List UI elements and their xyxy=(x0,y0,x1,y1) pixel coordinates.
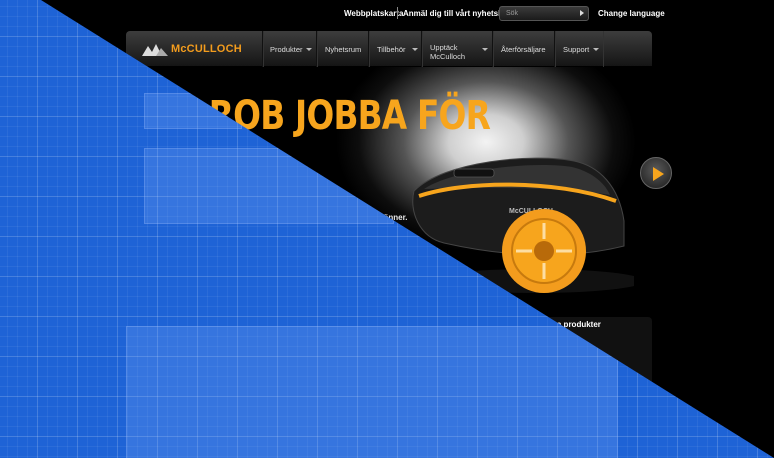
logo-icon xyxy=(142,44,168,56)
caret-down-icon xyxy=(412,48,418,51)
caret-down-icon xyxy=(482,48,488,51)
sitemap-link[interactable]: Webbplatskarta xyxy=(344,9,403,18)
mcculloch-logo[interactable]: McCULLOCH xyxy=(142,42,246,58)
top-utility-bar: Webbplatskarta Anmäl dig till vårt nyhet… xyxy=(0,6,774,24)
search-placeholder: Sök xyxy=(506,10,519,17)
nav-item-nyhetsrum[interactable]: Nyhetsrum xyxy=(316,31,368,67)
search-input[interactable]: Sök xyxy=(499,6,589,21)
play-button[interactable] xyxy=(640,157,672,189)
divider xyxy=(397,7,398,19)
placeholder-block xyxy=(126,326,618,458)
nav-item-tillbehor[interactable]: Tillbehör xyxy=(368,31,421,67)
nav-item-produkter[interactable]: Produkter xyxy=(262,31,316,67)
nav-label-line1: Upptäck xyxy=(430,43,458,52)
nav-item-aterforsaljare[interactable]: Återförsäljare xyxy=(492,31,554,67)
change-language-link[interactable]: Change language xyxy=(598,9,665,18)
caret-down-icon xyxy=(593,48,599,51)
nav-label: Support xyxy=(563,45,590,54)
logo-text: McCULLOCH xyxy=(171,43,242,55)
nav-item-upptack-mcculloch[interactable]: Upptäck McCulloch xyxy=(421,31,492,67)
nav-label: Nyhetsrum xyxy=(325,45,362,54)
play-icon xyxy=(653,167,664,181)
nav-label: Tillbehör xyxy=(377,45,406,54)
search-arrow-icon[interactable] xyxy=(580,10,584,16)
main-navigation: McCULLOCH Produkter Nyhetsrum Tillbehör … xyxy=(126,31,652,67)
nav-item-support[interactable]: Support xyxy=(554,31,604,67)
nav-label: Upptäck McCulloch xyxy=(430,43,465,61)
nav-label-line2: McCulloch xyxy=(430,52,466,61)
nav-label: Återförsäljare xyxy=(501,45,546,54)
caret-down-icon xyxy=(306,48,312,51)
nav-label: Produkter xyxy=(270,45,303,54)
